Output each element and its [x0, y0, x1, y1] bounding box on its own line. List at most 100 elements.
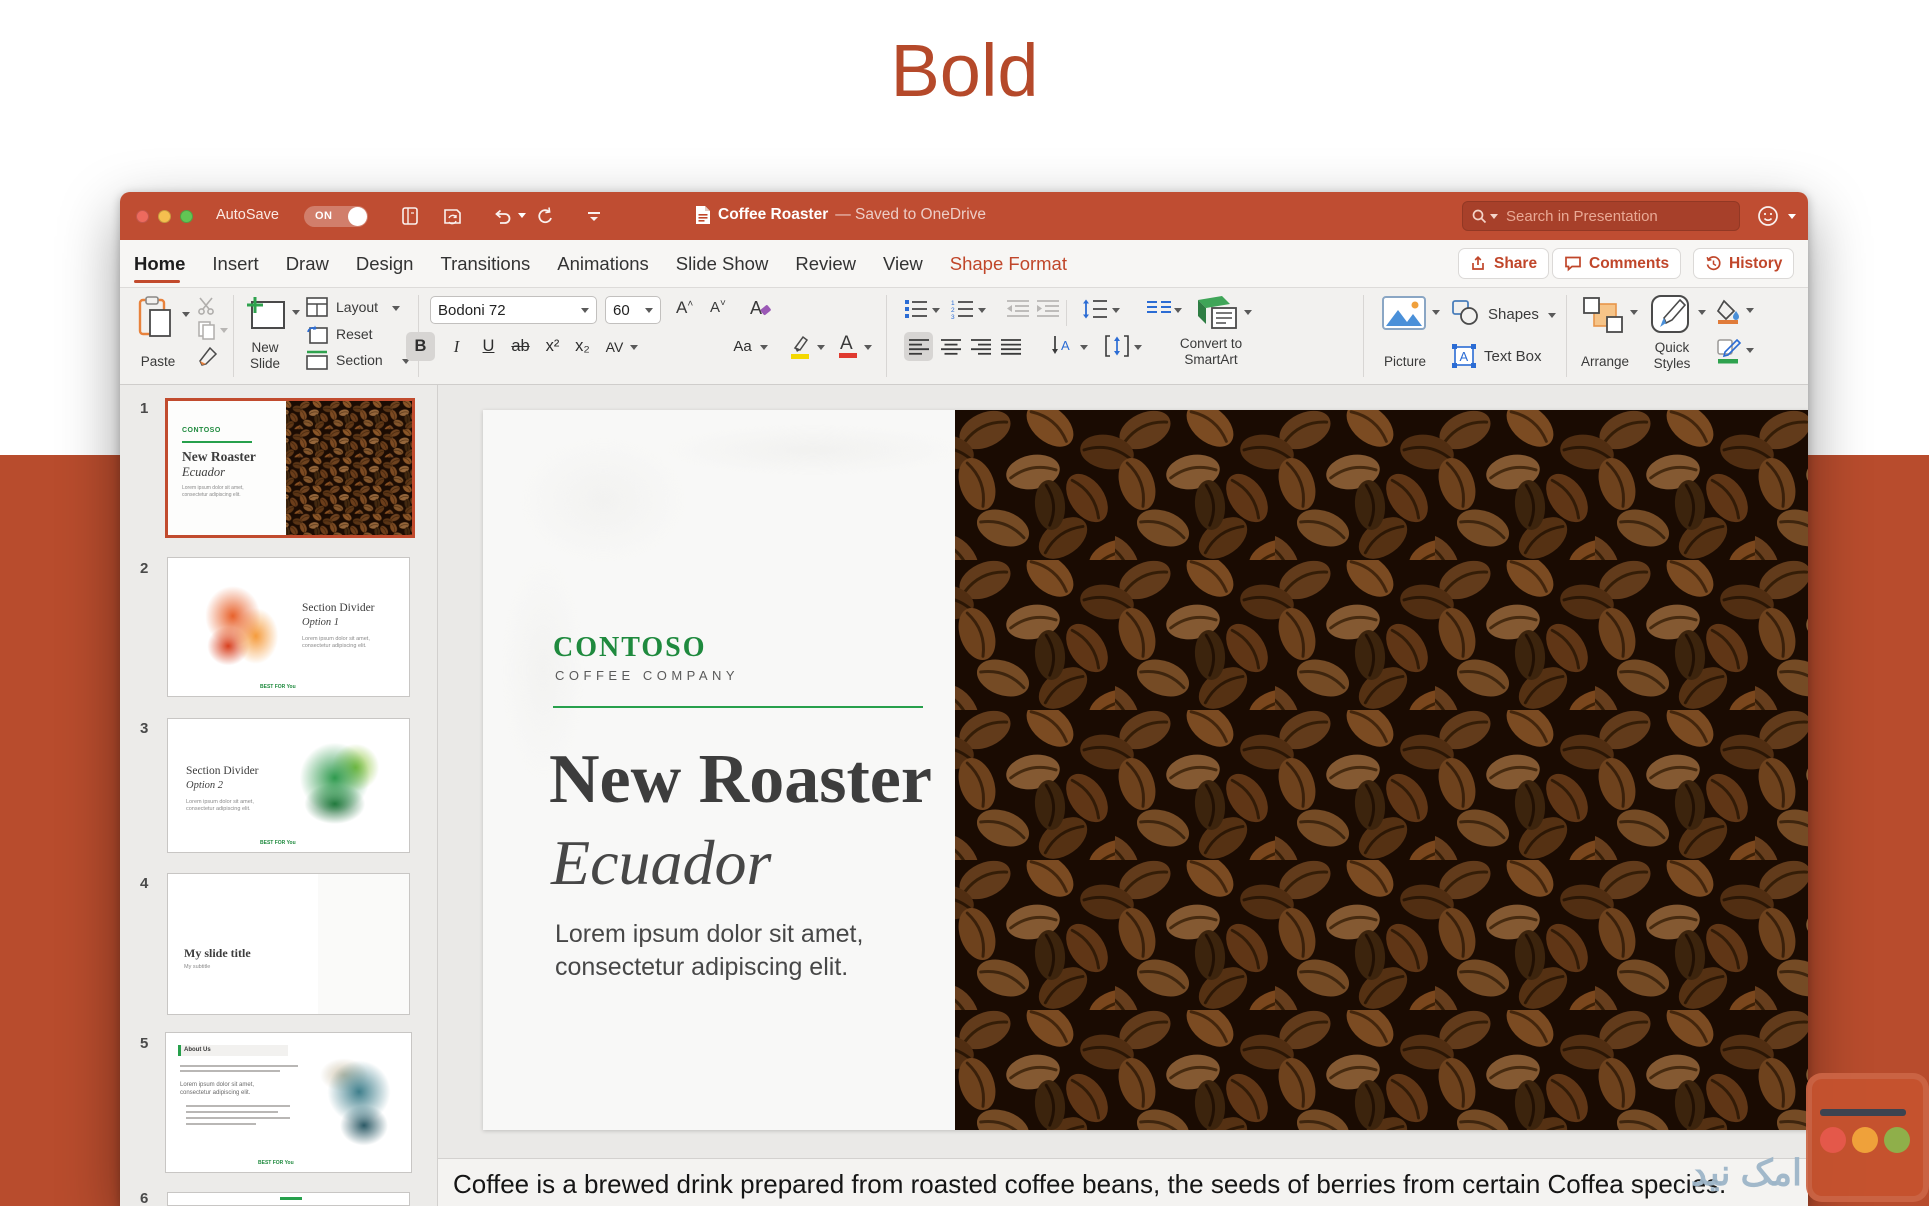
convert-smartart-icon[interactable]	[1196, 294, 1240, 332]
autosave-toggle[interactable]: ON	[304, 206, 368, 227]
align-center-button[interactable]	[936, 332, 965, 361]
decrease-indent-icon[interactable]	[1006, 298, 1030, 320]
shapes-label[interactable]: Shapes	[1488, 306, 1539, 323]
clear-formatting-icon[interactable]: A	[748, 296, 774, 320]
picture-label[interactable]: Picture	[1370, 354, 1440, 370]
picture-chevron-icon[interactable]	[1432, 310, 1440, 315]
strikethrough-button[interactable]: ab	[506, 332, 535, 361]
history-button[interactable]: History	[1693, 248, 1794, 279]
search-scope-chevron-icon[interactable]	[1490, 214, 1498, 219]
slide-thumbnail-5[interactable]: About Us Lorem ipsum dolor sit amet, con…	[165, 1032, 412, 1173]
tab-animations[interactable]: Animations	[557, 253, 649, 275]
slide-brand-subtitle[interactable]: COFFEE COMPANY	[555, 668, 739, 683]
shape-fill-icon[interactable]	[1716, 298, 1742, 324]
reset-icon[interactable]	[306, 324, 328, 344]
new-slide-chevron-icon[interactable]	[292, 310, 300, 315]
paste-icon[interactable]	[138, 296, 174, 338]
align-left-button[interactable]	[904, 332, 933, 361]
layout-label[interactable]: Layout	[336, 299, 378, 315]
paste-label[interactable]: Paste	[128, 354, 188, 370]
highlight-color-icon[interactable]	[788, 334, 812, 360]
tab-insert[interactable]: Insert	[212, 253, 258, 275]
contacts-book-icon[interactable]	[398, 204, 422, 228]
new-slide-label[interactable]: NewSlide	[232, 340, 298, 372]
decrease-font-icon[interactable]: A˅	[710, 298, 726, 316]
section-icon[interactable]	[306, 350, 328, 370]
search-input[interactable]	[1504, 207, 1731, 226]
text-box-label[interactable]: Text Box	[1484, 348, 1542, 365]
tab-transitions[interactable]: Transitions	[440, 253, 530, 275]
bold-button[interactable]: B	[406, 332, 435, 361]
notes-pane[interactable]: Coffee is a brewed drink prepared from r…	[438, 1158, 1808, 1206]
shape-outline-icon[interactable]	[1716, 338, 1742, 364]
justify-button[interactable]	[996, 332, 1025, 361]
bullets-chevron-icon[interactable]	[932, 308, 940, 313]
slide-thumbnail-4[interactable]: My slide title My subtitle	[167, 873, 410, 1015]
undo-chevron-icon[interactable]	[518, 213, 526, 218]
font-color-chevron-icon[interactable]	[864, 345, 872, 350]
smartart-chevron-icon[interactable]	[1244, 310, 1252, 315]
slide-thumbnail-2[interactable]: Section Divider Option 1 Lorem ipsum dol…	[167, 557, 410, 697]
reset-label[interactable]: Reset	[336, 326, 373, 342]
font-size-select[interactable]: 60	[605, 296, 661, 324]
comments-button[interactable]: Comments	[1552, 248, 1681, 279]
tab-draw[interactable]: Draw	[286, 253, 329, 275]
tab-shape-format[interactable]: Shape Format	[950, 253, 1067, 275]
tab-view[interactable]: View	[883, 253, 923, 275]
slide-title[interactable]: New Roaster	[549, 740, 932, 820]
slide-subtitle[interactable]: Ecuador	[551, 826, 771, 900]
slide-brand[interactable]: CONTOSO	[553, 632, 707, 664]
convert-smartart-label[interactable]: Convert toSmartArt	[1146, 336, 1276, 368]
shapes-chevron-icon[interactable]	[1548, 313, 1556, 318]
shape-outline-chevron-icon[interactable]	[1746, 348, 1754, 353]
quick-styles-label[interactable]: QuickStyles	[1640, 340, 1704, 372]
slide-thumbnail-3[interactable]: Section Divider Option 2 Lorem ipsum dol…	[167, 718, 410, 853]
numbering-icon[interactable]: 123	[950, 298, 974, 320]
share-button[interactable]: Share	[1458, 248, 1549, 279]
superscript-button[interactable]: x²	[538, 332, 567, 361]
arrange-icon[interactable]	[1582, 296, 1624, 334]
font-color-icon[interactable]: A	[836, 332, 860, 360]
search-box[interactable]	[1462, 201, 1740, 231]
feedback-chevron-icon[interactable]	[1788, 214, 1796, 219]
slide-body-text[interactable]: Lorem ipsum dolor sit amet,consectetur a…	[555, 918, 863, 984]
underline-button[interactable]: U	[474, 332, 503, 361]
section-label[interactable]: Section	[336, 352, 383, 368]
align-right-button[interactable]	[966, 332, 995, 361]
italic-button[interactable]: I	[442, 332, 471, 361]
tab-slide-show[interactable]: Slide Show	[676, 253, 769, 275]
slide-editor[interactable]: CONTOSO COFFEE COMPANY New Roaster Ecuad…	[483, 410, 1808, 1130]
line-spacing-icon[interactable]	[1082, 298, 1108, 320]
quick-styles-chevron-icon[interactable]	[1698, 310, 1706, 315]
save-sync-icon[interactable]	[440, 204, 464, 228]
tab-review[interactable]: Review	[795, 253, 856, 275]
columns-chevron-icon[interactable]	[1174, 308, 1182, 313]
font-name-select[interactable]: Bodoni 72	[430, 296, 597, 324]
line-spacing-chevron-icon[interactable]	[1112, 308, 1120, 313]
text-direction-icon[interactable]: A	[1050, 334, 1076, 358]
char-spacing-chevron-icon[interactable]	[630, 345, 638, 350]
arrange-label[interactable]: Arrange	[1572, 354, 1638, 370]
shape-fill-chevron-icon[interactable]	[1746, 308, 1754, 313]
change-case-chevron-icon[interactable]	[760, 345, 768, 350]
layout-chevron-icon[interactable]	[392, 306, 400, 311]
feedback-smiley-icon[interactable]	[1756, 204, 1780, 228]
tab-design[interactable]: Design	[356, 253, 414, 275]
vertical-align-chevron-icon[interactable]	[1134, 345, 1142, 350]
new-slide-icon[interactable]	[244, 294, 288, 332]
arrange-chevron-icon[interactable]	[1630, 310, 1638, 315]
notes-text[interactable]: Coffee is a brewed drink prepared from r…	[453, 1169, 1726, 1200]
change-case-button[interactable]: Aa	[728, 332, 757, 361]
tab-home[interactable]: Home	[134, 253, 185, 275]
slide-thumbnail-1[interactable]: CONTOSO New Roaster Ecuador Lorem ipsum …	[165, 398, 415, 538]
redo-icon[interactable]	[534, 204, 558, 228]
hide-ribbon-icon[interactable]	[582, 204, 606, 228]
subscript-button[interactable]: x₂	[568, 332, 597, 361]
format-painter-icon[interactable]	[196, 346, 218, 368]
character-spacing-button[interactable]: AV	[600, 332, 629, 361]
copy-icon[interactable]	[196, 320, 216, 340]
align-text-vertical-icon[interactable]	[1104, 334, 1130, 358]
undo-icon[interactable]	[490, 204, 514, 228]
layout-icon[interactable]	[306, 297, 328, 317]
paste-chevron-icon[interactable]	[182, 312, 190, 317]
